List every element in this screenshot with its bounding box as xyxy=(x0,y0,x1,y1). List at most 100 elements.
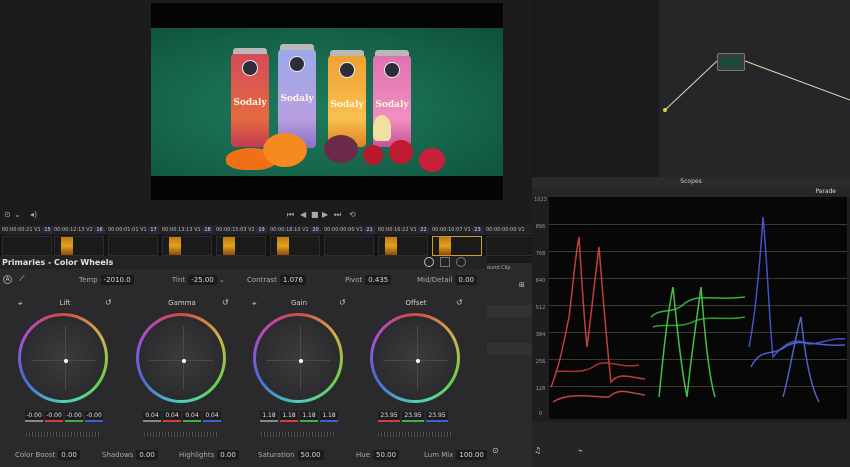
lum-mix-control[interactable]: Lum Mix 100.00 xyxy=(424,450,487,460)
marker-icon[interactable]: ⌁ xyxy=(578,446,583,455)
offset-master-wheel[interactable] xyxy=(378,432,452,437)
gain-blue-value[interactable]: 1.18 xyxy=(320,411,338,422)
color-boost-control[interactable]: Color Boost 0.00 xyxy=(15,450,80,460)
gain-master-wheel[interactable] xyxy=(261,432,335,437)
contrast-value[interactable]: 1.076 xyxy=(279,275,306,285)
clip-thumbnail[interactable] xyxy=(54,236,104,256)
panel-title-bar: Primaries - Color Wheels xyxy=(0,256,487,269)
offset-green-value[interactable]: 23.95 xyxy=(402,411,424,422)
highlights-value[interactable]: 0.00 xyxy=(217,450,239,460)
gain-master-value[interactable]: 1.18 xyxy=(260,411,278,422)
grid-icon[interactable]: ⊞ xyxy=(519,281,525,289)
clip-label: 00:00:01:01 V1 17 xyxy=(108,227,159,233)
shadows-value[interactable]: 0.00 xyxy=(136,450,158,460)
lum-mix-value[interactable]: 100.00 xyxy=(456,450,487,460)
scope-tick: 768 xyxy=(535,251,546,257)
hue-value[interactable]: 50.00 xyxy=(373,450,400,460)
play-reverse-icon[interactable]: ◀ xyxy=(300,210,306,219)
orange-slice xyxy=(263,133,307,167)
lift-wheel[interactable] xyxy=(18,313,108,403)
pivot-value[interactable]: 0.435 xyxy=(365,275,392,285)
reset-icon[interactable]: ↺ xyxy=(456,298,463,307)
lift-green-value[interactable]: -0.00 xyxy=(65,411,83,422)
shadows-control[interactable]: Shadows 0.00 xyxy=(102,450,158,460)
lower-panel: ⊙ ♫ ⌁ xyxy=(492,422,850,467)
gamma-red-value[interactable]: 0.04 xyxy=(163,411,181,422)
scopes-toolbar: Parade xyxy=(532,187,850,197)
clip-thumbnail[interactable] xyxy=(162,236,212,256)
node-editor[interactable] xyxy=(659,0,850,177)
lift-blue-value[interactable]: -0.00 xyxy=(85,411,103,422)
hue-control[interactable]: Hue 50.00 xyxy=(356,450,400,460)
transport-bar: ⊙ ⌄ ◂) ⏮ ◀ ■ ▶ ⏭ ⟲ xyxy=(0,205,532,225)
scope-mode-select[interactable]: Parade xyxy=(815,188,836,195)
play-icon[interactable]: ▶ xyxy=(322,210,328,219)
side-panel-tab[interactable]: ound Clip xyxy=(487,265,532,271)
saturation-control[interactable]: Saturation 50.00 xyxy=(258,450,324,460)
offset-blue-value[interactable]: 23.95 xyxy=(426,411,448,422)
clip-thumbnail[interactable] xyxy=(378,236,428,256)
reset-icon[interactable]: ↺ xyxy=(105,298,112,307)
loop-icon[interactable]: ⟲ xyxy=(349,210,356,219)
clip-thumbnail[interactable] xyxy=(270,236,320,256)
gain-values: 1.18 1.18 1.18 1.18 xyxy=(260,411,338,422)
mid-detail-control[interactable]: Mid/Detail 0.00 xyxy=(417,275,478,285)
music-icon[interactable]: ♫ xyxy=(534,446,541,455)
gamma-blue-value[interactable]: 0.04 xyxy=(203,411,221,422)
gain-red-value[interactable]: 1.18 xyxy=(280,411,298,422)
fruit-wedge xyxy=(373,115,391,141)
offset-red-value[interactable]: 23.95 xyxy=(378,411,400,422)
contrast-control[interactable]: Contrast 1.076 xyxy=(247,275,306,285)
gain-wheel[interactable] xyxy=(253,313,343,403)
lift-master-wheel[interactable] xyxy=(26,432,100,437)
reset-icon[interactable]: ↺ xyxy=(222,298,229,307)
lift-master-value[interactable]: -0.00 xyxy=(25,411,43,422)
highlights-control[interactable]: Highlights 0.00 xyxy=(179,450,239,460)
clip-thumbnail-selected[interactable] xyxy=(432,236,482,256)
auto-balance-icon[interactable]: A xyxy=(3,275,12,284)
pick-tool-icon[interactable]: ⟋ xyxy=(19,274,25,284)
temp-control[interactable]: Temp -2010.0 xyxy=(79,275,134,285)
mid-detail-value[interactable]: 0.00 xyxy=(455,275,478,285)
gain-label: Gain xyxy=(290,299,308,307)
viewer-frame[interactable]: Sodaly Sodaly Sodaly Sodaly xyxy=(151,3,503,200)
clock-icon[interactable]: ⊙ xyxy=(492,446,499,455)
gamma-wheel[interactable] xyxy=(136,313,226,403)
primaries-mode-icon[interactable] xyxy=(424,257,434,267)
gamma-master-value[interactable]: 0.04 xyxy=(143,411,161,422)
chevron-down-icon[interactable]: ⌄ xyxy=(14,210,21,219)
color-node[interactable] xyxy=(717,53,745,71)
reset-icon[interactable]: ↺ xyxy=(339,298,346,307)
chevron-down-icon[interactable]: ⌄ xyxy=(219,276,225,284)
gain-green-value[interactable]: 1.18 xyxy=(300,411,318,422)
clip-thumbnail[interactable] xyxy=(324,236,374,256)
viewer-options-icon[interactable]: ⊙ xyxy=(4,210,11,219)
saturation-value[interactable]: 50.00 xyxy=(297,450,324,460)
can-brand-text: Sodaly xyxy=(330,100,364,110)
temp-value[interactable]: -2010.0 xyxy=(100,275,134,285)
stop-icon[interactable]: ■ xyxy=(311,210,319,219)
log-mode-icon[interactable] xyxy=(456,257,466,267)
bars-mode-icon[interactable] xyxy=(440,257,450,267)
offset-wheel[interactable] xyxy=(370,313,460,403)
clip-label: 00:00:15:03 V2 19 xyxy=(216,227,267,233)
pivot-control[interactable]: Pivot 0.435 xyxy=(345,275,392,285)
skip-first-icon[interactable]: ⏮ xyxy=(287,210,294,220)
clip-thumbnail[interactable] xyxy=(2,236,52,256)
tint-value[interactable]: -25.00 xyxy=(188,275,217,285)
clip-thumbnail[interactable] xyxy=(108,236,158,256)
clip-thumbnail[interactable] xyxy=(486,236,536,256)
can-brand-text: Sodaly xyxy=(280,94,314,104)
gamma-master-wheel[interactable] xyxy=(144,432,218,437)
tint-control[interactable]: Tint -25.00 ⌄ xyxy=(172,275,225,285)
clip-label: 00:00:00:00 V1 xyxy=(486,227,525,233)
clip-thumbnail[interactable] xyxy=(216,236,266,256)
lift-red-value[interactable]: -0.00 xyxy=(45,411,63,422)
skip-last-icon[interactable]: ⏭ xyxy=(334,210,341,220)
gamma-green-value[interactable]: 0.04 xyxy=(183,411,201,422)
audio-icon[interactable]: ◂) xyxy=(30,210,37,219)
side-panel: ound Clip ⊞ xyxy=(487,263,532,467)
node-connections xyxy=(663,60,850,112)
color-boost-value[interactable]: 0.00 xyxy=(58,450,80,460)
passionfruit xyxy=(324,135,358,163)
